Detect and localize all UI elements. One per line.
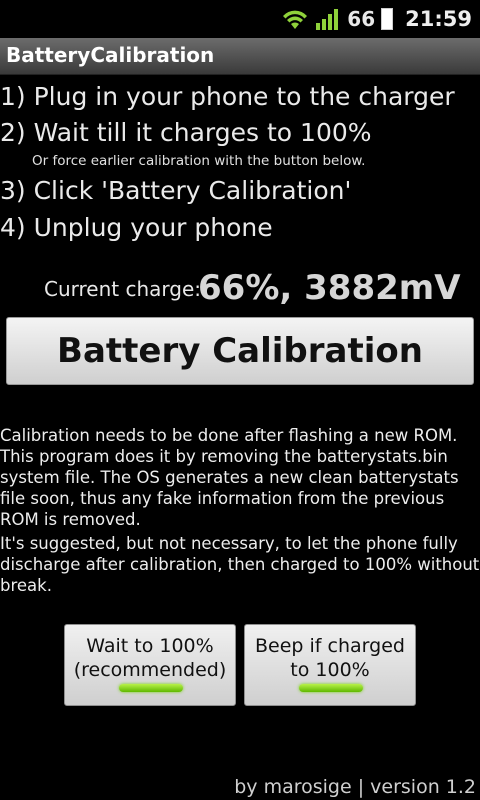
clock: 21:59 — [405, 7, 472, 31]
wait-to-100-toggle[interactable]: Wait to 100% (recommended) — [64, 624, 236, 706]
step-1: 1) Plug in your phone to the charger — [0, 82, 455, 111]
step-4: 4) Unplug your phone — [0, 213, 273, 242]
app-title-bar: BatteryCalibration — [0, 38, 480, 75]
battery-calibration-button[interactable]: Battery Calibration — [6, 317, 474, 385]
battery-percent: 66 — [347, 7, 376, 31]
toggle-on-indicator — [119, 684, 183, 692]
signal-icon — [316, 9, 339, 30]
footer-credits: by marosige | version 1.2 — [234, 776, 476, 798]
step-3: 3) Click 'Battery Calibration' — [0, 176, 352, 205]
description-paragraph-2: It's suggested, but not necessary, to le… — [0, 534, 480, 595]
step-2: 2) Wait till it charges to 100% — [0, 118, 372, 147]
current-charge-label: Current charge: — [44, 277, 202, 301]
step-note: Or force earlier calibration with the bu… — [32, 153, 366, 169]
beep-if-charged-toggle[interactable]: Beep if charged to 100% — [244, 624, 416, 706]
battery-icon — [381, 8, 394, 30]
toggle-label: Beep if charged to 100% — [255, 635, 405, 681]
toggle-on-indicator — [299, 684, 363, 692]
status-icons: 66 21:59 — [281, 0, 472, 38]
app-title: BatteryCalibration — [6, 43, 215, 67]
description-paragraph-1: Calibration needs to be done after flash… — [0, 426, 459, 529]
wifi-icon — [283, 10, 308, 29]
current-charge-value: 66%, 3882mV — [198, 268, 461, 308]
toggle-label: Wait to 100% (recommended) — [73, 635, 227, 681]
status-bar: 66 21:59 — [0, 0, 480, 38]
